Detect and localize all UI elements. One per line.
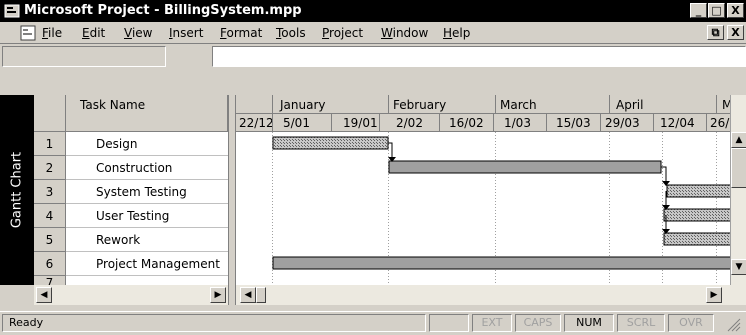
scrl-indicator: SCRL [617, 314, 665, 332]
month-label: March [500, 98, 537, 112]
menu-tools[interactable]: Tools [276, 25, 306, 41]
week-label: 16/02 [449, 116, 484, 130]
month-label: January [279, 98, 326, 112]
week-label: 2/02 [396, 116, 423, 130]
table-horizontal-scrollbar[interactable]: ◀ ▶ [34, 285, 228, 305]
menu-project[interactable]: Project [322, 25, 363, 41]
gantt-bar-project-management[interactable] [272, 256, 730, 270]
link-construction-system-testing [661, 166, 667, 181]
scroll-right-button[interactable]: ▶ [210, 287, 226, 303]
entry-field[interactable] [212, 46, 746, 67]
week-label: 5/01 [283, 116, 310, 130]
app-icon[interactable] [4, 3, 20, 19]
num-indicator: NUM [564, 314, 614, 332]
maximize-button[interactable]: □ [708, 3, 725, 18]
entry-bar [0, 45, 746, 67]
close-document-button[interactable]: X [727, 25, 744, 40]
window-title: Microsoft Project - BillingSystem.mpp [24, 3, 302, 18]
gantt-bar-system-testing[interactable] [666, 184, 730, 198]
gantt-bar-user-testing[interactable] [663, 208, 730, 222]
view-bar-label: Gantt Chart [9, 151, 25, 229]
gantt-bar-design[interactable] [272, 136, 389, 150]
view-bar-gantt-chart[interactable]: Gantt Chart [0, 95, 34, 285]
row-number[interactable]: 3 [34, 180, 66, 204]
status-text: Ready [2, 314, 426, 332]
status-panel [429, 314, 469, 332]
ext-indicator: EXT [472, 314, 512, 332]
menu-insert[interactable]: Insert [169, 25, 203, 41]
week-label: 1/03 [504, 116, 531, 130]
status-bar: Ready EXT CAPS NUM SCRL OVR [0, 311, 746, 333]
dependency-links [388, 142, 667, 229]
menu-edit[interactable]: Edit [82, 25, 105, 41]
restore-document-button[interactable]: ⧉ [707, 25, 724, 40]
minimize-button[interactable]: _ [690, 3, 707, 18]
menu-view[interactable]: View [124, 25, 152, 41]
row-number[interactable]: 1 [34, 132, 66, 156]
vertical-scroll-thumb[interactable] [731, 148, 746, 188]
gantt-chart: January February March April M 22/12 5/0… [236, 95, 730, 285]
row-number[interactable]: 6 [34, 252, 66, 276]
month-label: April [616, 98, 643, 112]
title-bar[interactable]: Microsoft Project - BillingSystem.mpp _ … [0, 0, 746, 22]
gantt-bar-construction[interactable] [388, 160, 662, 174]
scroll-right-button[interactable]: ▶ [706, 287, 722, 303]
scroll-left-button[interactable]: ◀ [36, 287, 52, 303]
horizontal-scroll-thumb[interactable] [256, 287, 266, 303]
resize-grip-icon[interactable] [724, 316, 742, 332]
select-all-corner[interactable] [34, 95, 66, 132]
menu-window[interactable]: Window [381, 25, 428, 41]
ovr-indicator: OVR [668, 314, 714, 332]
gantt-horizontal-scrollbar[interactable]: ◀ ▶ [236, 285, 746, 305]
row-number[interactable]: 5 [34, 228, 66, 252]
week-label: 29/03 [605, 116, 640, 130]
scroll-left-button[interactable]: ◀ [240, 287, 256, 303]
week-label: 26/ [710, 116, 730, 130]
scroll-up-button[interactable]: ▲ [731, 132, 746, 148]
task-table: Task Name 1 Design 2 Construction 3 Syst… [34, 95, 228, 300]
split-bar[interactable] [228, 95, 236, 305]
menu-help[interactable]: Help [443, 25, 470, 41]
caps-indicator: CAPS [515, 314, 561, 332]
menu-format[interactable]: Format [220, 25, 262, 41]
task-name-cell[interactable]: Project Management [66, 252, 228, 276]
task-name-cell[interactable]: User Testing [66, 204, 228, 228]
scroll-down-button[interactable]: ▼ [731, 259, 746, 275]
row-number[interactable]: 2 [34, 156, 66, 180]
gantt-bar-rework[interactable] [663, 232, 730, 246]
task-name-cell[interactable]: Construction [66, 156, 228, 180]
menu-file[interactable]: File [42, 25, 62, 41]
task-name-cell[interactable]: Design [66, 132, 228, 156]
week-label: 15/03 [556, 116, 591, 130]
document-icon[interactable] [20, 25, 36, 41]
menu-bar: File Edit View Insert Format Tools Proje… [0, 22, 746, 44]
vertical-scrollbar[interactable]: ▲ ▼ [730, 95, 746, 285]
week-label: 12/04 [660, 116, 695, 130]
month-label: February [393, 98, 446, 112]
month-label: M [722, 98, 730, 112]
week-label: 19/01 [343, 116, 378, 130]
name-box[interactable] [2, 46, 166, 67]
task-name-header[interactable]: Task Name [66, 95, 228, 132]
week-label: 22/12 [239, 116, 274, 130]
close-button[interactable]: X [727, 3, 744, 18]
row-number[interactable]: 4 [34, 204, 66, 228]
task-name-cell[interactable]: Rework [66, 228, 228, 252]
task-name-cell[interactable]: System Testing [66, 180, 228, 204]
